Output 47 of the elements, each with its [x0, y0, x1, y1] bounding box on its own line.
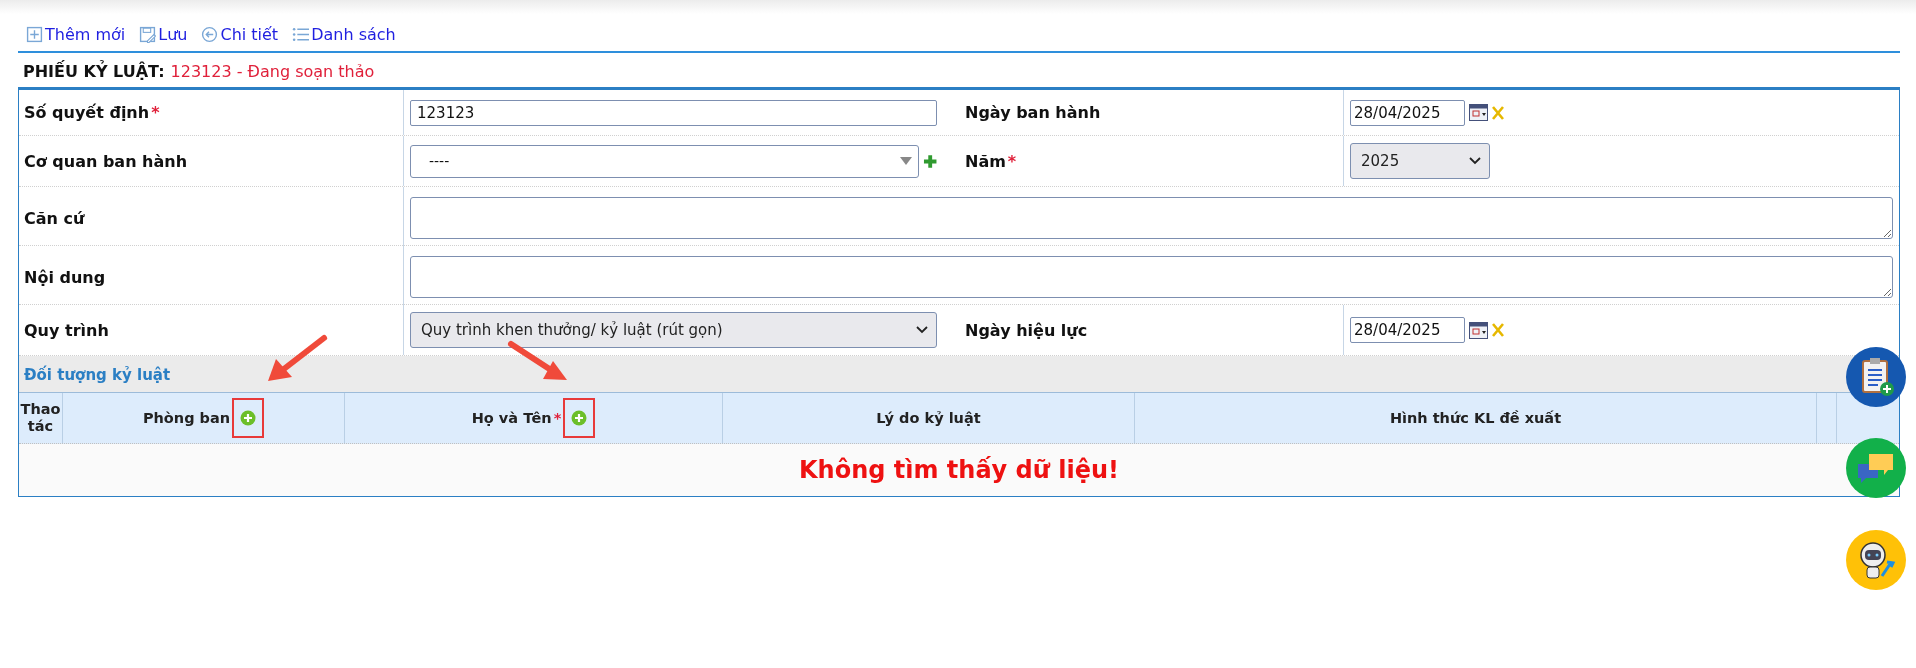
- clear-icon[interactable]: [1492, 323, 1504, 337]
- column-header: Hình thức KL đề xuất: [1389, 409, 1562, 427]
- form-title: PHIẾU KỶ LUẬT:: [23, 62, 165, 81]
- required-mark: *: [1007, 151, 1017, 171]
- floating-button[interactable]: [1846, 530, 1906, 590]
- field-label: Nội dung: [24, 267, 106, 287]
- toolbar-button[interactable]: Lưu: [139, 24, 188, 44]
- column-header: Phòng ban: [142, 409, 231, 427]
- toolbar-button[interactable]: Chi tiết: [201, 24, 279, 44]
- calendar-icon[interactable]: [1469, 104, 1488, 121]
- text-input-field[interactable]: 123123: [410, 99, 937, 126]
- plus-square-icon: [26, 25, 43, 43]
- required-mark: *: [151, 103, 160, 122]
- field-label: Ngày ban hành: [965, 103, 1101, 122]
- dropdown-triangle-icon: [899, 157, 912, 165]
- calendar-icon[interactable]: [1469, 321, 1488, 339]
- field-label: Cơ quan ban hành: [24, 151, 188, 171]
- field-label: Căn cứ: [24, 208, 85, 228]
- select-dropdown[interactable]: 2025: [1350, 143, 1490, 179]
- floppy-pencil-icon: [139, 25, 157, 43]
- add-circle-icon[interactable]: [571, 410, 588, 426]
- field-label: Quy trình: [24, 320, 109, 340]
- field-label: Năm: [965, 151, 1006, 171]
- column-header: Họ và Tên*: [471, 409, 562, 427]
- empty-message: Không tìm thấy dữ liệu!: [799, 456, 1119, 484]
- toolbar-button[interactable]: Danh sách: [292, 24, 396, 44]
- clear-icon[interactable]: [1492, 105, 1504, 120]
- chevron-down-icon: [916, 326, 928, 334]
- form-status: 123123 - Đang soạn thảo: [170, 62, 375, 81]
- toolbar-button[interactable]: Thêm mới: [26, 24, 126, 44]
- column-header: Lý do kỷ luật: [876, 409, 981, 427]
- text-area-field[interactable]: [410, 256, 1893, 298]
- chevron-down-icon: [1469, 157, 1481, 165]
- list-icon: [292, 25, 310, 43]
- select-dropdown[interactable]: Quy trình khen thưởng/ kỷ luật (rút gọn): [410, 312, 937, 348]
- circle-arrow-left-icon: [201, 25, 219, 43]
- combo-box[interactable]: ----: [410, 144, 919, 178]
- field-label: Số quyết định: [24, 103, 150, 122]
- add-circle-icon[interactable]: [240, 410, 257, 426]
- field-label: Ngày hiệu lực: [965, 320, 1088, 340]
- add-plus-icon[interactable]: [922, 153, 937, 169]
- annotation-arrow: [266, 334, 329, 384]
- text-area-field[interactable]: [410, 197, 1893, 239]
- date-input-field[interactable]: 28/04/2025: [1350, 99, 1465, 126]
- column-header: Thao tác: [19, 401, 62, 435]
- floating-button[interactable]: [1846, 347, 1906, 407]
- date-input-field[interactable]: 28/04/2025: [1350, 317, 1465, 343]
